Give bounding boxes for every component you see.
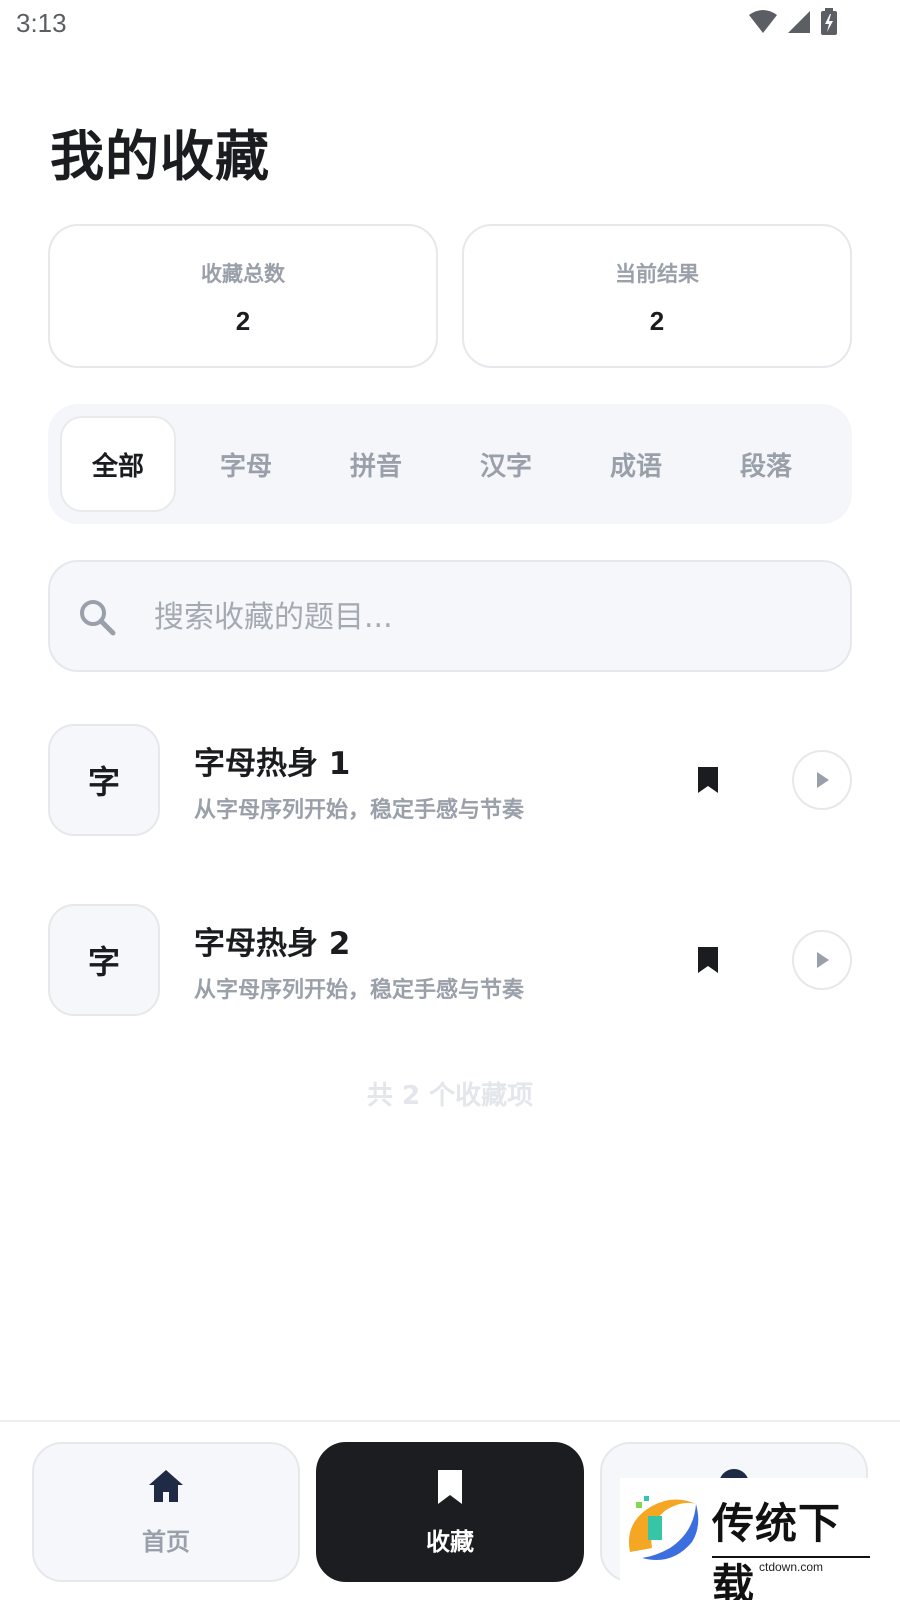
- stat-value: 2: [649, 306, 665, 336]
- bookmark-icon: [698, 947, 718, 973]
- battery-icon: [821, 8, 837, 35]
- play-button[interactable]: [792, 750, 852, 810]
- item-subtitle: 从字母序列开始，稳定手感与节奏: [194, 978, 525, 1003]
- tab-paragraphs[interactable]: 段落: [708, 416, 824, 512]
- bookmark-button[interactable]: [688, 760, 728, 800]
- stat-card-total: 收藏总数 2: [48, 224, 438, 368]
- tab-idioms[interactable]: 成语: [578, 416, 694, 512]
- signal-icon: [788, 11, 810, 33]
- item-badge: 字: [48, 724, 160, 836]
- play-button[interactable]: [792, 930, 852, 990]
- nav-home[interactable]: 首页: [32, 1442, 300, 1582]
- bookmark-icon: [698, 767, 718, 793]
- bookmark-button[interactable]: [688, 940, 728, 980]
- bookmark-icon: [438, 1470, 462, 1504]
- favorites-count: 共 2 个收藏项: [366, 1081, 534, 1111]
- tab-all[interactable]: 全部: [60, 416, 176, 512]
- search-box: [48, 560, 852, 672]
- watermark-site: ctdown.com: [712, 1556, 870, 1574]
- stat-label: 收藏总数: [201, 262, 285, 286]
- play-icon: [817, 952, 829, 968]
- stat-label: 当前结果: [615, 262, 699, 286]
- watermark-brand: 传统下载: [712, 1499, 842, 1600]
- tab-letters[interactable]: 字母: [188, 416, 304, 512]
- list-item[interactable]: 字 字母热身 1 从字母序列开始，稳定手感与节奏: [48, 724, 852, 836]
- item-title: 字母热身 2: [194, 926, 351, 962]
- item-subtitle: 从字母序列开始，稳定手感与节奏: [194, 798, 525, 823]
- status-bar: 3:13: [0, 0, 900, 50]
- status-time: 3:13: [16, 8, 67, 38]
- item-title: 字母热身 1: [194, 746, 351, 782]
- play-icon: [817, 772, 829, 788]
- stat-value: 2: [235, 306, 251, 336]
- page-title: 我的收藏: [50, 125, 270, 188]
- nav-label: 收藏: [426, 1528, 474, 1556]
- stat-card-current: 当前结果 2: [462, 224, 852, 368]
- list-item[interactable]: 字 字母热身 2 从字母序列开始，稳定手感与节奏: [48, 904, 852, 1016]
- search-icon: [80, 600, 116, 636]
- home-icon: [149, 1470, 183, 1502]
- watermark: 传统下载 ctdown.com: [620, 1478, 880, 1600]
- search-input[interactable]: [154, 588, 774, 646]
- tab-hanzi[interactable]: 汉字: [448, 416, 564, 512]
- nav-label: 首页: [142, 1528, 190, 1556]
- watermark-logo-icon: [628, 1496, 699, 1560]
- item-badge: 字: [48, 904, 160, 1016]
- category-tabs: 全部 字母 拼音 汉字 成语 段落: [48, 404, 852, 524]
- status-icons: [748, 8, 838, 36]
- tab-pinyin[interactable]: 拼音: [318, 416, 434, 512]
- wifi-icon: [749, 10, 777, 33]
- nav-favorites[interactable]: 收藏: [316, 1442, 584, 1582]
